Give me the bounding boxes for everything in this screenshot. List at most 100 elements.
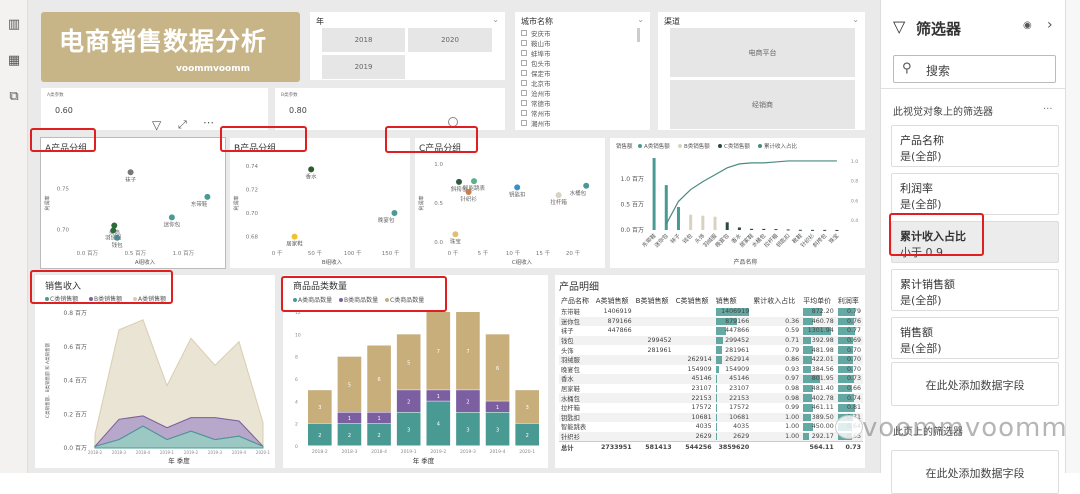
column-header[interactable]: C类销售额 (674, 295, 714, 307)
checkbox[interactable] (521, 50, 527, 56)
table-cell: 801.95 (801, 374, 836, 384)
table-cell: 0.98 (751, 384, 801, 394)
scatter-b-group[interactable]: B产品分组 0 千 50 千 100 千 150 千 0.68 0.70 0.72 0.74 B组… (230, 138, 410, 268)
column-header[interactable]: 销售额 (714, 295, 752, 307)
eye-icon[interactable]: ◉ (1023, 20, 1032, 31)
more-options-icon[interactable]: ... (1043, 101, 1053, 112)
report-view-icon[interactable]: ▥ (6, 17, 22, 33)
channel-option-dealer[interactable]: 经销商 (670, 80, 855, 129)
checkbox[interactable] (521, 90, 527, 96)
scatter-point (204, 193, 211, 200)
data-bar (715, 365, 720, 374)
scatter-a-group[interactable]: A产品分组 0.0 百万 0.5 百万 1.0 百万 0.70 0.75 A组收入 利润率 袜子… (40, 137, 226, 269)
city-label: 鞍山市 (531, 40, 551, 48)
data-bar (715, 413, 717, 422)
more-options-icon[interactable]: ⋯ (203, 116, 214, 129)
filter-pane-title: 筛选器 (916, 20, 962, 38)
data-label: 3 (318, 405, 321, 411)
point-label: 迷你包 (164, 220, 181, 228)
column-header[interactable]: 产品名称 (559, 295, 594, 307)
param-b-slicer[interactable]: B类参数 0.80 (275, 88, 505, 130)
channel-option-ecommerce[interactable]: 电商平台 (670, 28, 855, 77)
column-header[interactable]: B类销售额 (634, 295, 674, 307)
cell-text: 4035 (733, 423, 750, 431)
city-option[interactable]: 潮州市 (521, 118, 551, 128)
model-view-icon[interactable]: ⧉ (6, 89, 22, 105)
table-cell: 水桶包 (559, 393, 594, 403)
filter-field-value: 是(全部) (900, 198, 942, 211)
table-cell: 0.70 (835, 354, 863, 365)
cell-text: 2629 (695, 432, 712, 440)
year-option-2018[interactable]: 2018 (322, 28, 405, 52)
focus-mode-icon[interactable]: ⤢ (178, 118, 187, 132)
param-b-value[interactable]: 0.80 (289, 106, 307, 115)
year-option-2020[interactable]: 2020 (408, 28, 492, 52)
cell-text: 4035 (695, 423, 712, 431)
checkbox[interactable] (521, 120, 527, 126)
column-header[interactable]: 累计收入占比 (751, 295, 801, 307)
cell-text: 17572 (729, 404, 750, 412)
table-cell: 392.98 (801, 335, 836, 346)
param-a-value[interactable]: 0.60 (55, 106, 73, 115)
table-cell: 0.70 (836, 365, 863, 375)
add-field-dropzone[interactable]: 在此处添加数据字段 (891, 362, 1059, 406)
table-cell: 10681 (673, 412, 714, 423)
city-option[interactable]: 保定市 (521, 68, 551, 78)
filter-card[interactable]: 销售额 是(全部) (891, 317, 1059, 359)
data-bar (803, 336, 812, 345)
column-header[interactable]: 平均单价 (801, 295, 836, 307)
filter-icon[interactable]: ▽ (152, 118, 161, 132)
checkbox[interactable] (521, 70, 527, 76)
filter-search-input[interactable]: ⚲ 搜索 (893, 55, 1056, 83)
city-option[interactable]: 常德市 (521, 98, 551, 108)
checkbox[interactable] (521, 110, 527, 116)
pareto-chart[interactable]: 销售额 A类销售额 B类销售额 C类销售额 累计收入占比 0.0 百万 0.5 百万 1.0 … (610, 138, 865, 268)
table-view-icon[interactable]: ▦ (6, 53, 22, 69)
column-header[interactable]: A类销售额 (594, 295, 634, 307)
table-cell (593, 354, 634, 365)
point-label: 居家鞋 (286, 240, 303, 248)
city-option[interactable]: 北京市 (521, 78, 551, 88)
checkbox[interactable] (521, 60, 527, 66)
add-field-dropzone-page[interactable]: 在此处添加数据字段 (891, 450, 1059, 494)
chevron-down-icon[interactable]: ⌄ (492, 15, 499, 24)
chevron-down-icon[interactable]: ⌄ (852, 15, 859, 24)
chevron-right-icon[interactable]: › (1047, 17, 1053, 33)
table-cell (674, 326, 714, 336)
cell-text: 801.95 (811, 375, 834, 383)
city-option[interactable]: 蚌埠市 (521, 48, 551, 58)
checkbox[interactable] (521, 40, 527, 46)
scrollbar[interactable] (637, 28, 640, 42)
table-row: 智能跳表403540351.00450.000.64 (559, 422, 863, 432)
year-option-2019[interactable]: 2019 (322, 55, 405, 79)
data-label: 7 (466, 349, 469, 355)
city-option[interactable]: 沧州市 (521, 88, 551, 98)
cell-text: 384.56 (811, 365, 834, 373)
scatter-c-group[interactable]: C产品分组 0 千5 千 10 千 15 千 20 千 0.0 0.5 1.0 C组收入 利润率智… (415, 138, 605, 268)
x-tick-label: 1.0 百万 (173, 250, 195, 257)
filter-card[interactable]: 利润率 是(全部) (891, 173, 1059, 215)
cell-text: 0.59 (785, 327, 800, 335)
table-cell (594, 365, 634, 375)
column-header[interactable]: 利润率 (836, 295, 863, 307)
table-row: 晚宴包 154909 154909 0.93 384.56 0.70 (559, 365, 863, 375)
filter-card[interactable]: 产品名称 是(全部) (891, 125, 1059, 167)
table-cell: 4035 (674, 422, 714, 432)
city-option[interactable]: 安庆市 (521, 28, 551, 38)
x-tick-label: 0 千 (272, 249, 283, 257)
pareto-bar (750, 228, 754, 230)
cell-text: 0.70 (846, 365, 861, 373)
chevron-down-icon[interactable]: ⌄ (637, 15, 644, 24)
table-cell: 2733951 (593, 440, 634, 454)
checkbox[interactable] (521, 100, 527, 106)
checkbox[interactable] (521, 30, 527, 36)
city-option[interactable]: 包头市 (521, 58, 551, 68)
table-total-row: 总计 2733951 581413 544256 3859620 564.11 0.73 (559, 440, 863, 454)
data-label: 3 (526, 405, 529, 411)
city-option[interactable]: 常州市 (521, 108, 551, 118)
cell-text: 1.00 (785, 432, 800, 440)
city-option[interactable]: 鞍山市 (521, 38, 551, 48)
checkbox[interactable] (521, 80, 527, 86)
table-cell: 迷你包 (559, 316, 594, 327)
filter-card[interactable]: 累计销售额 是(全部) (891, 269, 1059, 311)
